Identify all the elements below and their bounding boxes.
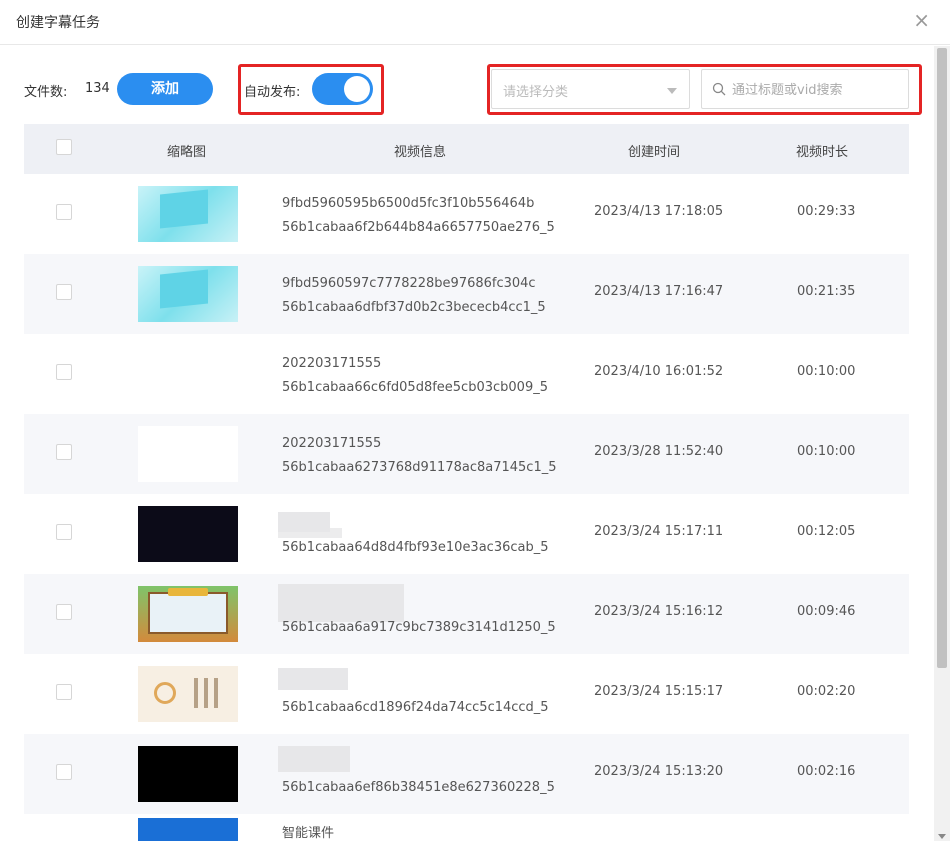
row-checkbox[interactable] bbox=[56, 764, 72, 780]
video-duration: 00:29:33 bbox=[797, 204, 856, 219]
header-thumbnail: 缩略图 bbox=[167, 145, 207, 160]
video-title: 202203171555 bbox=[282, 356, 382, 371]
table-row[interactable]: 56b1cabaa64d8d4fbf93e10e3ac36cab_5 2023/… bbox=[24, 494, 909, 574]
video-thumbnail bbox=[138, 818, 238, 841]
scroll-down-icon[interactable] bbox=[938, 834, 946, 839]
create-time: 2023/4/10 16:01:52 bbox=[594, 364, 724, 379]
category-select[interactable]: 请选择分类 bbox=[491, 69, 690, 109]
video-duration: 00:10:00 bbox=[797, 364, 856, 379]
row-checkbox[interactable] bbox=[56, 444, 72, 460]
search-icon bbox=[712, 82, 726, 96]
video-vid: 56b1cabaa6a917c9bc7389c3141d1250_5 bbox=[282, 620, 556, 635]
video-thumbnail bbox=[138, 746, 238, 802]
video-info: 56b1cabaa6a917c9bc7389c3141d1250_5 bbox=[282, 592, 556, 640]
video-title bbox=[282, 672, 549, 696]
row-checkbox[interactable] bbox=[56, 364, 72, 380]
video-thumbnail bbox=[138, 426, 238, 482]
header-video-info: 视频信息 bbox=[394, 145, 447, 160]
video-title: 9fbd5960595b6500d5fc3f10b556464b bbox=[282, 196, 535, 211]
video-info: 56b1cabaa6ef86b38451e8e627360228_5 bbox=[282, 752, 555, 800]
video-vid: 56b1cabaa6ef86b38451e8e627360228_5 bbox=[282, 780, 555, 795]
video-duration: 00:02:16 bbox=[797, 764, 856, 779]
video-info: 56b1cabaa64d8d4fbf93e10e3ac36cab_5 bbox=[282, 512, 549, 560]
create-time: 2023/4/13 17:16:47 bbox=[594, 284, 724, 299]
row-checkbox[interactable] bbox=[56, 524, 72, 540]
dialog-title: 创建字幕任务 bbox=[16, 15, 100, 31]
video-vid: 56b1cabaa6cd1896f24da74cc5c14ccd_5 bbox=[282, 700, 549, 715]
toggle-knob bbox=[344, 76, 370, 102]
table-row[interactable]: 智能课件 bbox=[24, 814, 909, 841]
file-count-label: 文件数: bbox=[24, 85, 68, 100]
table-row[interactable]: 9fbd5960595b6500d5fc3f10b556464b 56b1cab… bbox=[24, 174, 909, 254]
video-vid: 56b1cabaa6273768d91178ac8a7145c1_5 bbox=[282, 460, 557, 475]
video-thumbnail bbox=[138, 186, 238, 242]
video-duration: 00:09:46 bbox=[797, 604, 856, 619]
video-thumbnail bbox=[138, 266, 238, 322]
search-input[interactable] bbox=[732, 78, 902, 102]
table-row[interactable]: 9fbd5960597c7778228be97686fc304c 56b1cab… bbox=[24, 254, 909, 334]
auto-publish-toggle[interactable] bbox=[312, 73, 373, 105]
video-vid: 56b1cabaa64d8d4fbf93e10e3ac36cab_5 bbox=[282, 540, 549, 555]
header-create-time: 创建时间 bbox=[628, 145, 681, 160]
video-vid: 56b1cabaa6f2b644b84a6657750ae276_5 bbox=[282, 220, 555, 235]
header-duration: 视频时长 bbox=[796, 145, 849, 160]
create-time: 2023/3/28 11:52:40 bbox=[594, 444, 724, 459]
row-checkbox[interactable] bbox=[56, 604, 72, 620]
video-info: 202203171555 56b1cabaa66c6fd05d8fee5cb03… bbox=[282, 352, 548, 400]
video-title: 9fbd5960597c7778228be97686fc304c bbox=[282, 276, 536, 291]
scrollbar[interactable] bbox=[934, 46, 950, 841]
chevron-down-icon bbox=[667, 88, 677, 94]
add-button[interactable]: 添加 bbox=[117, 73, 213, 105]
auto-publish-label: 自动发布: bbox=[244, 85, 301, 100]
video-title bbox=[282, 752, 555, 776]
video-duration: 00:02:20 bbox=[797, 684, 856, 699]
video-title bbox=[282, 512, 549, 536]
create-time: 2023/3/24 15:13:20 bbox=[594, 764, 724, 779]
select-all-checkbox[interactable] bbox=[56, 139, 72, 155]
table-row[interactable]: 56b1cabaa6a917c9bc7389c3141d1250_5 2023/… bbox=[24, 574, 909, 654]
scrollbar-thumb[interactable] bbox=[937, 48, 947, 668]
table-row[interactable]: 56b1cabaa6ef86b38451e8e627360228_5 2023/… bbox=[24, 734, 909, 814]
video-title bbox=[282, 592, 556, 616]
toolbar: 文件数: 134 添加 自动发布: 请选择分类 bbox=[0, 64, 950, 120]
category-placeholder: 请选择分类 bbox=[503, 85, 569, 100]
video-info: 9fbd5960597c7778228be97686fc304c 56b1cab… bbox=[282, 272, 546, 320]
video-vid: 56b1cabaa6dfbf37d0b2c3bececb4cc1_5 bbox=[282, 300, 546, 315]
row-checkbox[interactable] bbox=[56, 684, 72, 700]
video-table: 缩略图 视频信息 创建时间 视频时长 9fbd5960595b6500d5fc3… bbox=[24, 124, 909, 841]
create-time: 2023/3/24 15:16:12 bbox=[594, 604, 724, 619]
video-thumbnail bbox=[138, 506, 238, 562]
table-row[interactable]: 202203171555 56b1cabaa6273768d91178ac8a7… bbox=[24, 414, 909, 494]
row-checkbox[interactable] bbox=[56, 204, 72, 220]
dialog-header: 创建字幕任务 × bbox=[0, 0, 950, 45]
table-row[interactable]: 56b1cabaa6cd1896f24da74cc5c14ccd_5 2023/… bbox=[24, 654, 909, 734]
create-time: 2023/4/13 17:18:05 bbox=[594, 204, 724, 219]
video-duration: 00:12:05 bbox=[797, 524, 856, 539]
row-checkbox[interactable] bbox=[56, 284, 72, 300]
video-title: 智能课件 bbox=[282, 826, 335, 841]
video-thumbnail bbox=[138, 666, 238, 722]
video-info: 56b1cabaa6cd1896f24da74cc5c14ccd_5 bbox=[282, 672, 549, 720]
create-time: 2023/3/24 15:17:11 bbox=[594, 524, 724, 539]
table-row[interactable]: 202203171555 56b1cabaa66c6fd05d8fee5cb03… bbox=[24, 334, 909, 414]
create-subtitle-task-dialog: 创建字幕任务 × 文件数: 134 添加 自动发布: 请选择分类 缩略图 视频信… bbox=[0, 0, 950, 841]
video-duration: 00:21:35 bbox=[797, 284, 856, 299]
video-thumbnail bbox=[138, 586, 238, 642]
video-duration: 00:10:00 bbox=[797, 444, 856, 459]
create-time: 2023/3/24 15:15:17 bbox=[594, 684, 724, 699]
file-count-value: 134 bbox=[85, 81, 110, 96]
close-icon[interactable]: × bbox=[913, 10, 930, 30]
video-info: 202203171555 56b1cabaa6273768d91178ac8a7… bbox=[282, 432, 557, 480]
video-vid: 56b1cabaa66c6fd05d8fee5cb03cb009_5 bbox=[282, 380, 548, 395]
table-header: 缩略图 视频信息 创建时间 视频时长 bbox=[24, 124, 909, 174]
video-info: 9fbd5960595b6500d5fc3f10b556464b 56b1cab… bbox=[282, 192, 555, 240]
video-title: 202203171555 bbox=[282, 436, 382, 451]
search-box bbox=[701, 69, 909, 109]
